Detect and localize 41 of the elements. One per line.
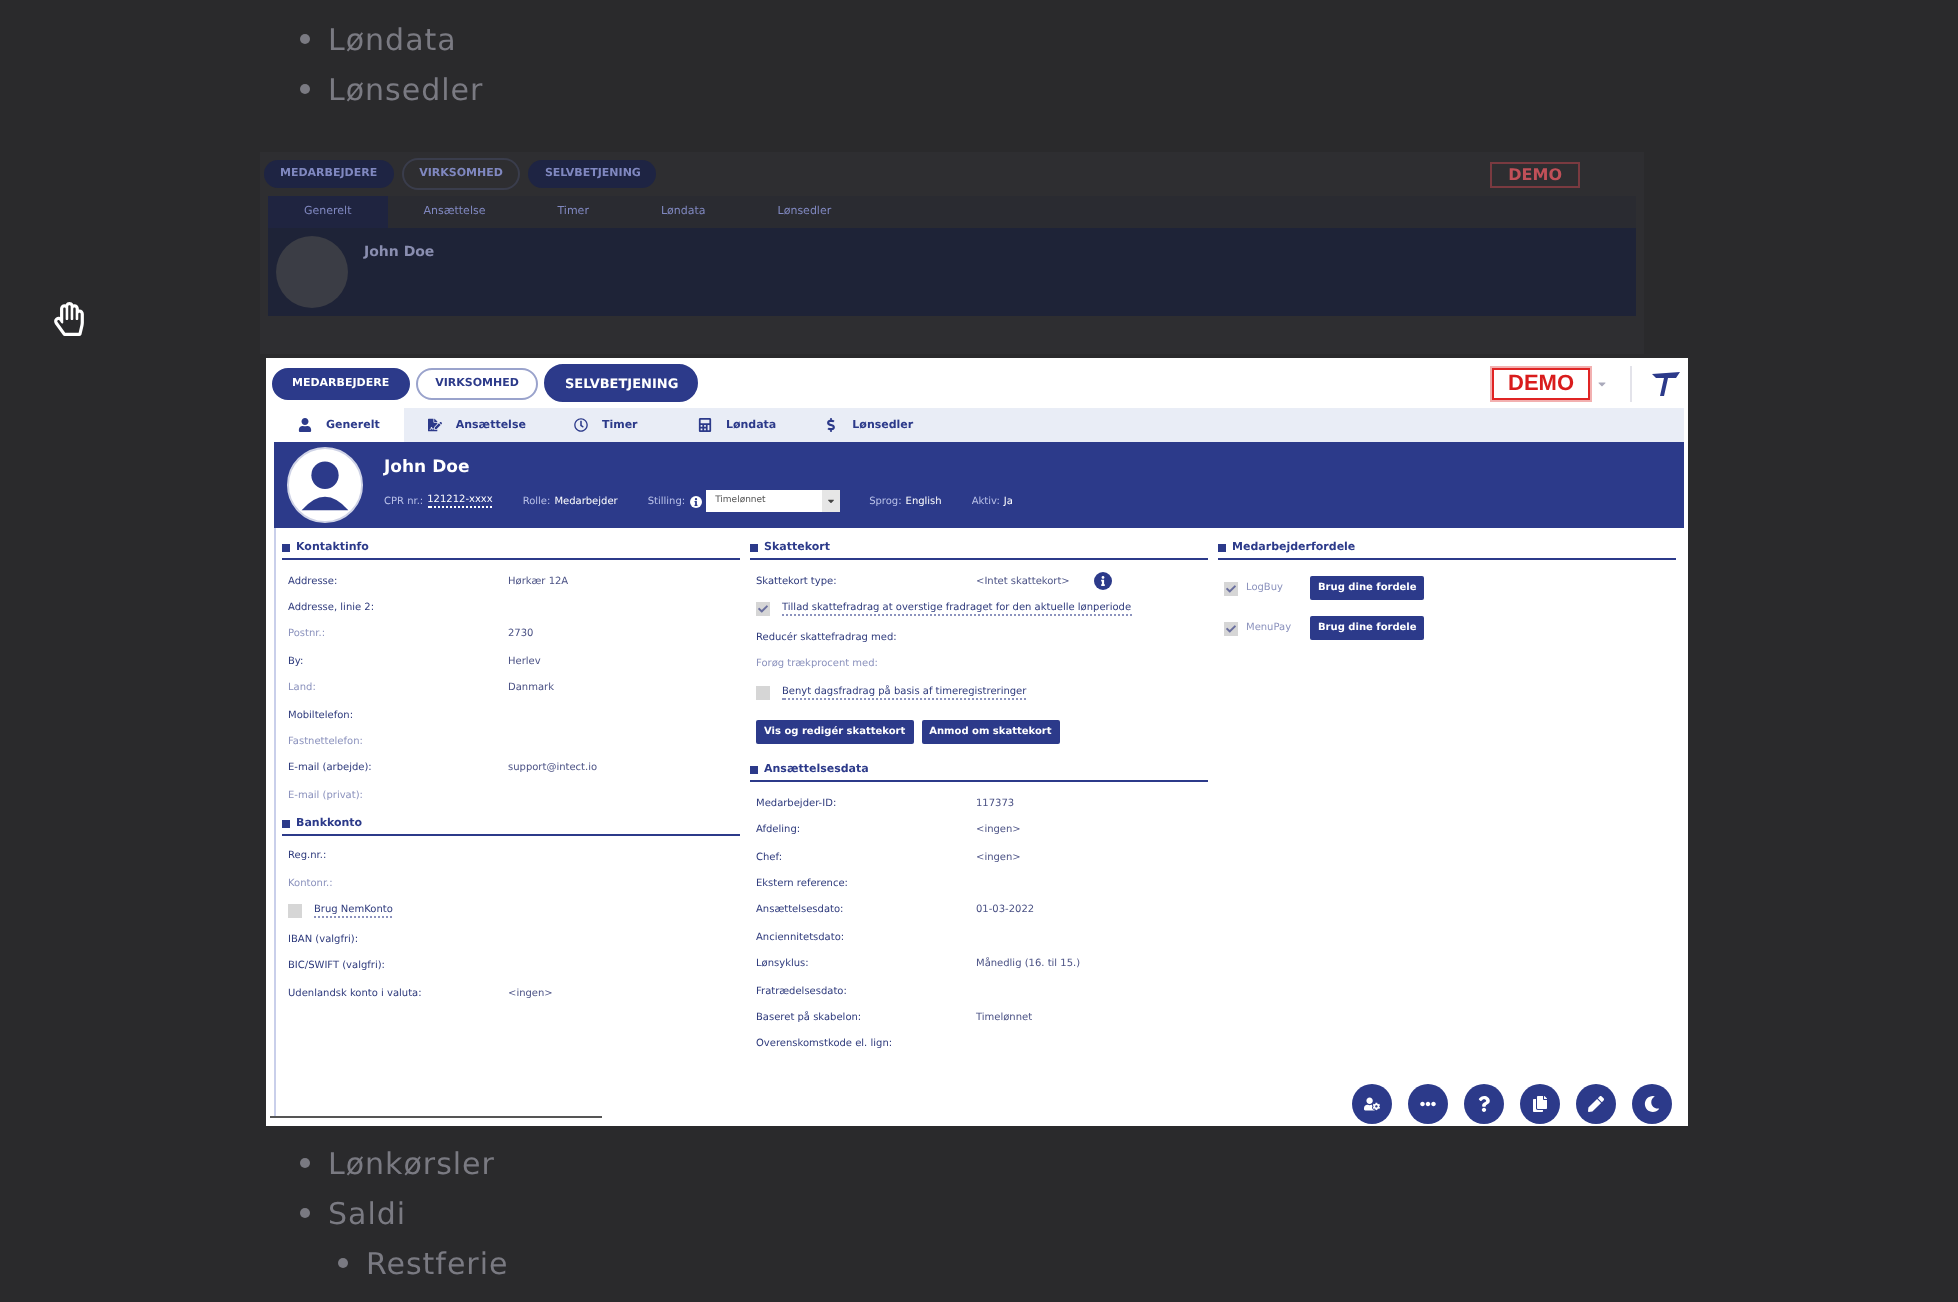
document-icon [427, 418, 442, 432]
demo-badge: DEMO [1492, 367, 1590, 399]
calculator-icon [697, 418, 712, 432]
help-icon [1476, 1096, 1492, 1112]
user-icon [298, 418, 312, 432]
employee-name: John Doe [384, 458, 472, 478]
list-item: Lønsedler [328, 71, 484, 107]
pencil-icon [1588, 1096, 1604, 1112]
more-icon [1420, 1096, 1436, 1112]
bullet-icon [300, 1158, 310, 1168]
bullet-icon [300, 1208, 310, 1218]
moon-icon [1644, 1096, 1660, 1112]
info-icon[interactable] [689, 495, 702, 507]
avatar-icon [276, 236, 348, 308]
checkbox[interactable] [1224, 621, 1238, 635]
list-item: Løndata [328, 21, 457, 57]
checkbox[interactable] [756, 602, 770, 617]
checkbox[interactable] [1224, 581, 1238, 595]
info-icon[interactable] [1093, 572, 1112, 591]
demo-badge: DEMO [1490, 161, 1580, 187]
user-gear-button[interactable] [1352, 1084, 1392, 1124]
checkbox[interactable] [288, 904, 302, 919]
copy-icon [1532, 1096, 1548, 1112]
logo-icon[interactable] [1650, 367, 1682, 399]
list-item: Lønkørsler [328, 1145, 495, 1181]
bullet-icon [300, 34, 310, 44]
caret-icon [825, 496, 836, 506]
list-item: Restferie [366, 1245, 509, 1281]
bullet-icon [338, 1258, 348, 1268]
clock-icon [573, 418, 588, 432]
user-gear-icon [1364, 1096, 1380, 1112]
dollar-icon [824, 418, 839, 432]
copy-button[interactable] [1520, 1084, 1560, 1124]
checkbox[interactable] [756, 686, 770, 701]
list-item: Saldi [328, 1195, 407, 1231]
more-button[interactable] [1408, 1084, 1448, 1124]
help-button[interactable] [1464, 1084, 1504, 1124]
hand-cursor-icon [52, 302, 86, 336]
pencil-button[interactable] [1576, 1084, 1616, 1124]
moon-button[interactable] [1632, 1084, 1672, 1124]
bullet-icon [300, 84, 310, 94]
